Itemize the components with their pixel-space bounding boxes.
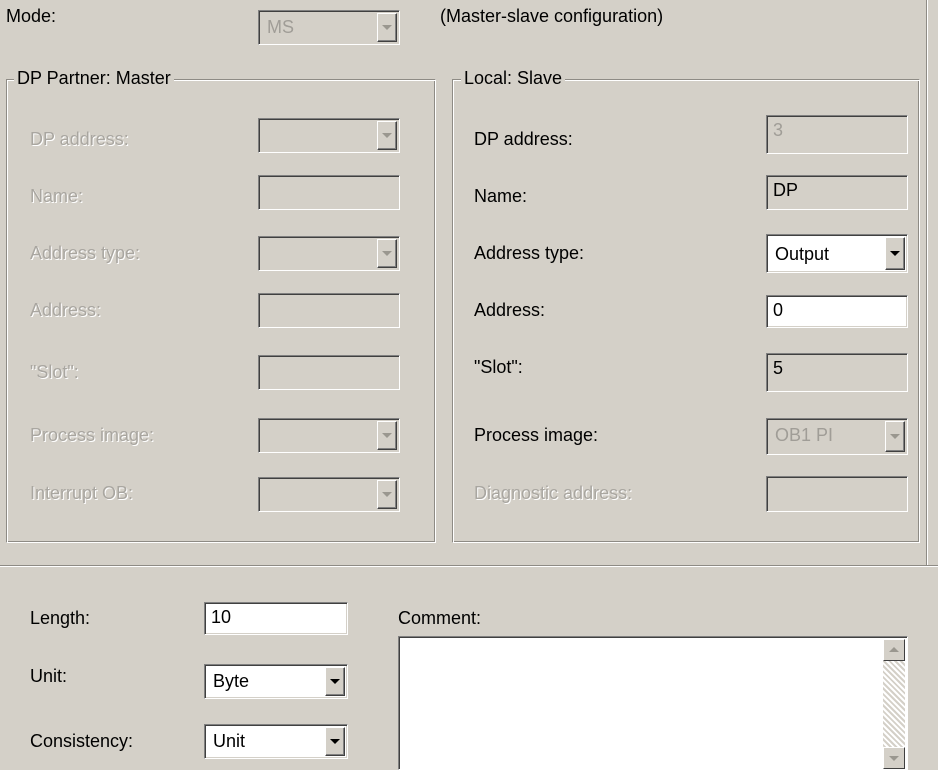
partner-address-label: Address:	[30, 300, 102, 320]
local-process-image-value: OB1 PI	[775, 425, 834, 445]
partner-address-type-label: Address type:	[30, 243, 141, 263]
partner-process-image-select	[258, 418, 400, 453]
section-separator	[0, 565, 938, 567]
mode-description: (Master-slave configuration)	[440, 6, 664, 26]
scroll-down-icon[interactable]	[883, 747, 905, 769]
partner-name-field	[258, 175, 400, 210]
partner-address-type-select	[258, 236, 400, 271]
local-name-label: Name:	[474, 186, 528, 206]
local-slot-field: 5	[766, 353, 908, 392]
local-slot-label: "Slot":	[474, 357, 523, 377]
chevron-down-icon	[377, 13, 397, 42]
mode-select-value: MS	[267, 17, 294, 37]
local-name-field: DP	[766, 175, 908, 210]
local-process-image-select: OB1 PI	[766, 418, 908, 455]
consistency-select-value: Unit	[213, 731, 246, 751]
length-input[interactable]: 10	[204, 602, 348, 635]
chevron-down-icon[interactable]	[885, 237, 905, 270]
mode-select: MS	[258, 10, 400, 45]
scroll-up-icon[interactable]	[883, 639, 905, 661]
unit-select-value: Byte	[213, 671, 250, 691]
unit-label: Unit:	[30, 666, 68, 686]
local-address-type-label: Address type:	[474, 243, 585, 263]
chevron-down-icon[interactable]	[325, 727, 345, 756]
dp-partner-title: DP Partner: Master	[14, 68, 174, 89]
local-diagnostic-field	[766, 476, 908, 512]
local-process-image-label: Process image:	[474, 425, 599, 445]
chevron-down-icon	[377, 239, 397, 268]
chevron-down-icon	[377, 121, 397, 150]
partner-dp-address-select	[258, 118, 400, 153]
chevron-down-icon[interactable]	[325, 667, 345, 696]
local-dp-address-label: DP address:	[474, 129, 573, 149]
mode-label: Mode:	[6, 6, 57, 26]
right-divider	[926, 0, 928, 565]
partner-name-label: Name:	[30, 186, 84, 206]
local-address-type-select[interactable]: Output	[766, 234, 908, 273]
partner-interrupt-ob-select	[258, 477, 400, 512]
partner-address-field	[258, 293, 400, 328]
consistency-label: Consistency:	[30, 731, 134, 751]
local-diagnostic-label: Diagnostic address:	[474, 483, 633, 503]
partner-dp-address-label: DP address:	[30, 129, 129, 149]
chevron-down-icon	[885, 421, 905, 452]
comment-scrollbar[interactable]	[883, 639, 905, 769]
comment-label: Comment:	[398, 608, 482, 628]
partner-interrupt-ob-label: Interrupt OB:	[30, 483, 134, 503]
local-slave-title: Local: Slave	[461, 68, 566, 89]
comment-textarea[interactable]	[398, 636, 908, 770]
local-dp-address-field: 3	[766, 115, 908, 154]
chevron-down-icon	[377, 421, 397, 450]
partner-slot-field	[258, 355, 400, 390]
consistency-select[interactable]: Unit	[204, 724, 348, 759]
length-label: Length:	[30, 608, 91, 628]
partner-process-image-label: Process image:	[30, 425, 155, 445]
local-address-label: Address:	[474, 300, 546, 320]
partner-slot-label: "Slot":	[30, 362, 79, 382]
local-address-type-value: Output	[775, 244, 830, 264]
unit-select[interactable]: Byte	[204, 664, 348, 699]
chevron-down-icon	[377, 480, 397, 509]
local-address-input[interactable]: 0	[766, 295, 908, 328]
